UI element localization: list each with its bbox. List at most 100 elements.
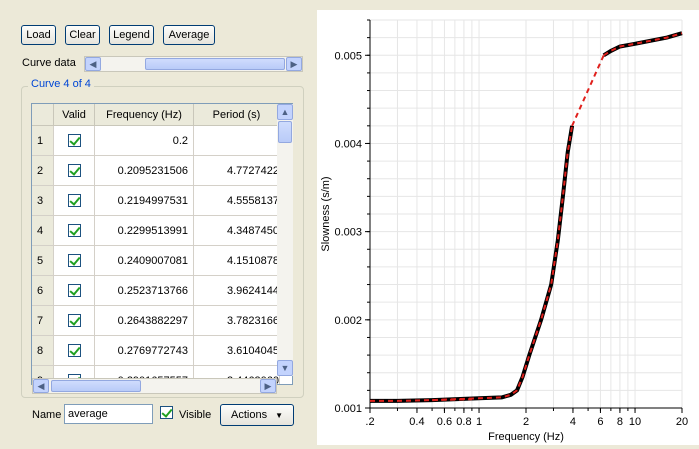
row-index: 5 bbox=[32, 246, 54, 276]
row-index: 4 bbox=[32, 216, 54, 246]
load-button[interactable]: Load bbox=[21, 25, 56, 45]
actions-label: Actions bbox=[231, 409, 268, 421]
table-row[interactable]: 4 0.2299513991 4.3487450 bbox=[32, 216, 280, 246]
average-button[interactable]: Average bbox=[163, 25, 215, 45]
valid-checkbox[interactable] bbox=[67, 224, 81, 237]
table-row[interactable]: 2 0.2095231506 4.7727422 bbox=[32, 156, 280, 186]
valid-checkbox[interactable] bbox=[67, 314, 81, 327]
table-row[interactable]: 7 0.2643882297 3.7823166 bbox=[32, 306, 280, 336]
period-cell[interactable]: 4.5558137 bbox=[194, 186, 280, 216]
x-tick-label: 2 bbox=[523, 416, 529, 428]
period-cell[interactable]: 4.3487450 bbox=[194, 216, 280, 246]
row-index: 3 bbox=[32, 186, 54, 216]
x-tick-label: 10 bbox=[629, 416, 641, 428]
x-tick-label: 0.8 bbox=[456, 416, 471, 428]
y-axis-label: Slowness (s/m) bbox=[320, 176, 332, 251]
curve-line bbox=[370, 125, 575, 403]
name-input[interactable]: average bbox=[64, 404, 153, 424]
dropdown-arrow-icon: ▼ bbox=[275, 410, 283, 420]
valid-cell[interactable] bbox=[54, 216, 95, 246]
curve-line bbox=[602, 31, 683, 58]
table-vertical-scrollbar[interactable]: ▲ ▼ bbox=[277, 104, 293, 376]
frequency-cell[interactable]: 0.2194997531 bbox=[95, 186, 194, 216]
curve-data-label: Curve data bbox=[22, 57, 76, 69]
x-tick-label: 6 bbox=[597, 416, 603, 428]
period-cell[interactable]: 4.1510878 bbox=[194, 246, 280, 276]
row-index: 1 bbox=[32, 126, 54, 156]
curve-table[interactable]: Valid Frequency (Hz) Period (s) 1 0.2 2 0.2… bbox=[31, 103, 293, 385]
legend-button[interactable]: Legend bbox=[109, 25, 154, 45]
valid-cell[interactable] bbox=[54, 126, 95, 156]
x-tick-label: 1 bbox=[476, 416, 482, 428]
period-cell[interactable]: 4.7727422 bbox=[194, 156, 280, 186]
y-tick-label: 0.004 bbox=[334, 138, 362, 150]
table-scroll-right-icon[interactable]: ▶ bbox=[260, 379, 276, 393]
y-tick-label: 0.005 bbox=[334, 50, 362, 62]
x-axis-label: Frequency (Hz) bbox=[488, 431, 564, 443]
period-cell[interactable]: 3.9624144 bbox=[194, 276, 280, 306]
x-tick-label: 4 bbox=[570, 416, 576, 428]
slowness-frequency-chart[interactable]: .2 0.4 0.6 0.8 1 2 4 6 8 10 20 0.001 0.002 0.003 0.004… bbox=[317, 10, 699, 445]
frequency-cell[interactable]: 0.2299513991 bbox=[95, 216, 194, 246]
vertical-scroll-thumb[interactable] bbox=[278, 121, 292, 143]
table-header: Valid Frequency (Hz) Period (s) bbox=[32, 104, 280, 126]
table-row[interactable]: 3 0.2194997531 4.5558137 bbox=[32, 186, 280, 216]
scroll-right-icon[interactable]: ▶ bbox=[286, 57, 302, 71]
table-row[interactable]: 8 0.2769772743 3.6104045 bbox=[32, 336, 280, 366]
frequency-cell[interactable]: 0.2409007081 bbox=[95, 246, 194, 276]
frequency-cell[interactable]: 0.2523713766 bbox=[95, 276, 194, 306]
frequency-cell[interactable]: 0.2643882297 bbox=[95, 306, 194, 336]
header-frequency[interactable]: Frequency (Hz) bbox=[95, 104, 194, 126]
row-index: 2 bbox=[32, 156, 54, 186]
period-cell[interactable]: 3.7823166 bbox=[194, 306, 280, 336]
table-horizontal-scrollbar[interactable]: ◀ ▶ bbox=[32, 378, 277, 394]
valid-cell[interactable] bbox=[54, 156, 95, 186]
actions-button[interactable]: Actions ▼ bbox=[220, 404, 294, 426]
header-valid[interactable]: Valid bbox=[54, 104, 95, 126]
valid-checkbox[interactable] bbox=[67, 164, 81, 177]
scroll-down-icon[interactable]: ▼ bbox=[277, 360, 293, 376]
x-tick-label: 8 bbox=[617, 416, 623, 428]
x-tick-label: 20 bbox=[676, 416, 688, 428]
curve-data-scrollbar[interactable]: ◀ ▶ bbox=[84, 56, 303, 72]
table-scroll-left-icon[interactable]: ◀ bbox=[33, 379, 49, 393]
curve-group-title: Curve 4 of 4 bbox=[28, 78, 94, 90]
valid-cell[interactable] bbox=[54, 276, 95, 306]
valid-cell[interactable] bbox=[54, 306, 95, 336]
plot-panel[interactable]: .2 0.4 0.6 0.8 1 2 4 6 8 10 20 0.001 0.002 0.003 0.004… bbox=[317, 10, 699, 445]
clear-button[interactable]: Clear bbox=[65, 25, 100, 45]
header-corner bbox=[32, 104, 54, 126]
row-index: 8 bbox=[32, 336, 54, 366]
y-tick-label: 0.003 bbox=[334, 227, 362, 239]
valid-checkbox[interactable] bbox=[67, 134, 81, 147]
valid-cell[interactable] bbox=[54, 336, 95, 366]
scroll-thumb[interactable] bbox=[145, 58, 285, 70]
frequency-cell[interactable]: 0.2769772743 bbox=[95, 336, 194, 366]
visible-checkbox[interactable] bbox=[160, 406, 173, 419]
y-tick-label: 0.002 bbox=[334, 315, 362, 327]
table-row[interactable]: 1 0.2 bbox=[32, 126, 280, 156]
name-label: Name bbox=[32, 409, 62, 421]
scroll-left-icon[interactable]: ◀ bbox=[85, 57, 101, 71]
table-scroll-thumb[interactable] bbox=[51, 380, 141, 392]
valid-checkbox[interactable] bbox=[67, 254, 81, 267]
scroll-up-icon[interactable]: ▲ bbox=[277, 104, 293, 120]
header-period[interactable]: Period (s) bbox=[194, 104, 280, 126]
row-index: 6 bbox=[32, 276, 54, 306]
y-tick-label: 0.001 bbox=[334, 403, 362, 415]
table-row[interactable]: 6 0.2523713766 3.9624144 bbox=[32, 276, 280, 306]
table-row[interactable]: 5 0.2409007081 4.1510878 bbox=[32, 246, 280, 276]
frequency-cell[interactable]: 0.2 bbox=[95, 126, 194, 156]
x-tick-label: 0.4 bbox=[409, 416, 424, 428]
average-curve-line bbox=[370, 125, 574, 402]
period-cell[interactable]: 3.6104045 bbox=[194, 336, 280, 366]
period-cell[interactable] bbox=[194, 126, 280, 156]
valid-checkbox[interactable] bbox=[67, 344, 81, 357]
valid-cell[interactable] bbox=[54, 186, 95, 216]
x-tick-label: 0.6 bbox=[437, 416, 452, 428]
frequency-cell[interactable]: 0.2095231506 bbox=[95, 156, 194, 186]
visible-label: Visible bbox=[179, 409, 212, 421]
valid-cell[interactable] bbox=[54, 246, 95, 276]
valid-checkbox[interactable] bbox=[67, 284, 81, 297]
valid-checkbox[interactable] bbox=[67, 194, 81, 207]
